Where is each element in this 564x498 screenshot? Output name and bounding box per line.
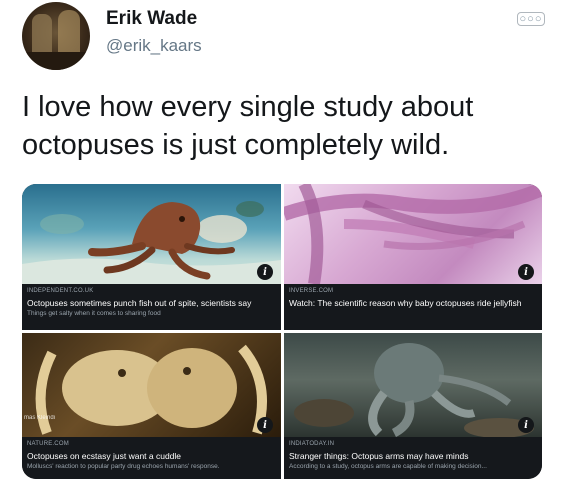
user-handle[interactable]: @erik_kaars bbox=[106, 36, 202, 56]
card-headline: Stranger things: Octopus arms may have m… bbox=[289, 451, 469, 461]
card-image-octopus-reef bbox=[22, 184, 281, 284]
link-card[interactable]: i INVERSE.COM Watch: The scientific reas… bbox=[284, 184, 542, 330]
card-subtitle: According to a study, octopus arms are c… bbox=[289, 463, 487, 470]
card-source: INDEPENDENT.CO.UK bbox=[27, 288, 94, 294]
link-card[interactable]: i INDEPENDENT.CO.UK Octopuses sometimes … bbox=[22, 184, 281, 330]
card-caption: INVERSE.COM Watch: The scientific reason… bbox=[284, 284, 542, 330]
user-name[interactable]: Erik Wade bbox=[106, 8, 197, 30]
image-credit: mas Kleindi bbox=[24, 415, 56, 421]
card-image-octopus-arms bbox=[284, 333, 542, 437]
card-source: INDIATODAY.IN bbox=[289, 441, 335, 447]
card-caption: INDIATODAY.IN Stranger things: Octopus a… bbox=[284, 437, 542, 479]
info-icon[interactable]: i bbox=[257, 417, 273, 433]
card-image-baby-octopus bbox=[284, 184, 542, 284]
link-card-grid: i INDEPENDENT.CO.UK Octopuses sometimes … bbox=[22, 184, 542, 479]
card-headline: Watch: The scientific reason why baby oc… bbox=[289, 298, 522, 308]
avatar[interactable] bbox=[22, 2, 90, 70]
info-icon[interactable]: i bbox=[518, 417, 534, 433]
card-source: NATURE.COM bbox=[27, 441, 69, 447]
card-subtitle: Molluscs' reaction to popular party drug… bbox=[27, 463, 220, 470]
card-caption: INDEPENDENT.CO.UK Octopuses sometimes pu… bbox=[22, 284, 281, 330]
info-icon[interactable]: i bbox=[257, 264, 273, 280]
card-subtitle: Things get salty when it comes to sharin… bbox=[27, 310, 161, 317]
card-headline: Octopuses on ecstasy just want a cuddle bbox=[27, 451, 182, 461]
link-card[interactable]: i INDIATODAY.IN Stranger things: Octopus… bbox=[284, 333, 542, 479]
card-image-octopuses-cuddle bbox=[22, 333, 281, 437]
more-options-icon[interactable]: ○○○ bbox=[517, 12, 545, 26]
link-card[interactable]: mas Kleindi i NATURE.COM Octopuses on ec… bbox=[22, 333, 281, 479]
tweet: Erik Wade @erik_kaars ○○○ I love how eve… bbox=[0, 0, 564, 498]
card-caption: NATURE.COM Octopuses on ecstasy just wan… bbox=[22, 437, 281, 479]
tweet-text: I love how every single study about octo… bbox=[22, 91, 474, 161]
card-source: INVERSE.COM bbox=[289, 288, 334, 294]
info-icon[interactable]: i bbox=[518, 264, 534, 280]
card-headline: Octopuses sometimes punch fish out of sp… bbox=[27, 298, 252, 308]
